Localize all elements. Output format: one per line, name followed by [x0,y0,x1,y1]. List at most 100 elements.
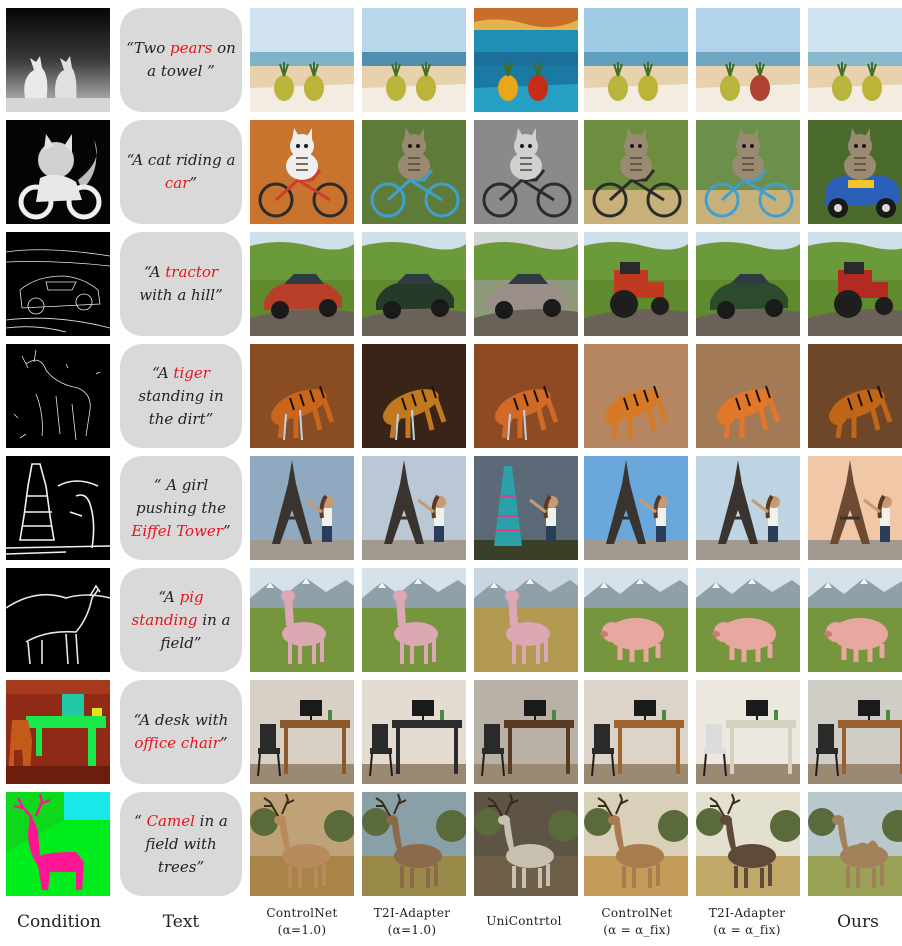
prompt-row-5: “ A girl pushing the Eiffel Tower” [120,456,242,560]
controlnet-fix-result-row-7 [584,680,688,784]
caption-t2i-adapter: T2I-Adapter (α=1.0) [360,905,464,939]
controlnet-fix-result-row-5 [584,456,688,560]
prompt-row-6: “A pig standing in a field” [120,568,242,672]
prompt-row-8: “ Camel in a field with trees” [120,792,242,896]
controlnet-result-row-6 [250,568,354,672]
caption-t2i-fix-name: T2I-Adapter [708,906,786,920]
t2i-adapter-result-row-2 [362,120,466,224]
caption-controlnet-name: ControlNet [266,906,338,920]
controlnet-fix-result-row-1 [584,8,688,112]
controlnet-fix-result-row-4 [584,344,688,448]
unicontrol-result-row-3 [474,232,578,336]
prompt-row-1: “Two pears on a towel ” [120,8,242,112]
prompt-text: “Two pears on a towel ” [126,37,236,83]
t2i-adapter-result-row-5 [362,456,466,560]
controlnet-result-row-2 [250,120,354,224]
t2i-adapter-result-row-6 [362,568,466,672]
caption-ours: Ours [837,912,879,932]
controlnet-fix-result-row-8 [584,792,688,896]
unicontrol-result-row-1 [474,8,578,112]
controlnet-result-row-7 [250,680,354,784]
controlnet-fix-result-row-2 [584,120,688,224]
ours-result-row-5 [808,456,902,560]
prompt-text: “ A girl pushing the Eiffel Tower” [126,474,236,543]
prompt-text-end: ” [219,734,228,752]
prompt-highlight: Camel [146,811,195,830]
ours-result-row-6 [808,568,902,672]
t2i-adapter-result-row-1 [362,8,466,112]
prompt-text-end: with a hill” [139,286,223,304]
ours-result-row-4 [808,344,902,448]
prompt-text-start: “ A girl pushing the [135,475,226,517]
caption-unicontrol: UniContrtol [486,914,562,928]
t2i-adapter-result-row-8 [362,792,466,896]
controlnet-result-row-8 [250,792,354,896]
prompt-text: “A desk with office chair” [126,709,236,755]
caption-t2i-adapter-fix: T2I-Adapter (α = α_fix) [692,905,802,939]
ours-result-row-7 [808,680,902,784]
unicontrol-result-row-7 [474,680,578,784]
ours-result-row-8 [808,792,902,896]
prompt-row-7: “A desk with office chair” [120,680,242,784]
prompt-row-2: “A cat riding a car” [120,120,242,224]
t2i-adapter-fix-result-row-7 [696,680,800,784]
prompt-highlight: tiger [173,363,210,382]
prompt-text-start: “A cat riding a [126,151,236,169]
t2i-adapter-fix-result-row-5 [696,456,800,560]
controlnet-fix-result-row-3 [584,232,688,336]
caption-controlnet-fix: ControlNet (α = α_fix) [582,905,692,939]
condition-image-row-2 [6,120,110,224]
condition-image-row-5 [6,456,110,560]
t2i-adapter-fix-result-row-2 [696,120,800,224]
prompt-text: “A cat riding a car” [126,149,236,195]
prompt-text-start: “A [143,263,166,281]
prompt-text-start: “A [152,363,174,382]
comparison-grid: “Two pears on a towel ” “A cat riding a c… [0,0,902,946]
caption-controlnet: ControlNet (α=1.0) [250,905,354,939]
t2i-adapter-result-row-4 [362,344,466,448]
controlnet-result-row-3 [250,232,354,336]
unicontrol-result-row-6 [474,568,578,672]
condition-image-row-3 [6,232,110,336]
prompt-highlight: car [164,174,190,192]
t2i-adapter-fix-result-row-6 [696,568,800,672]
controlnet-fix-result-row-6 [584,568,688,672]
t2i-adapter-result-row-3 [362,232,466,336]
prompt-text: “A tractor with a hill” [126,261,236,307]
unicontrol-result-row-2 [474,120,578,224]
controlnet-result-row-1 [250,8,354,112]
ours-result-row-1 [808,8,902,112]
caption-controlnet-fix-alpha: (α = α_fix) [603,923,671,937]
t2i-adapter-fix-result-row-8 [696,792,800,896]
prompt-text-start: “Two [126,39,170,57]
prompt-highlight: pears [170,39,213,57]
condition-image-row-7 [6,680,110,784]
prompt-highlight: Eiffel Tower [131,521,223,540]
prompt-highlight: office chair [134,734,220,752]
caption-text: Text [162,912,200,932]
caption-t2i-alpha: (α=1.0) [387,923,437,937]
t2i-adapter-fix-result-row-3 [696,232,800,336]
prompt-text: “A pig standing in a field” [126,586,236,655]
prompt-row-3: “A tractor with a hill” [120,232,242,336]
ours-result-row-2 [808,120,902,224]
caption-controlnet-fix-name: ControlNet [601,906,673,920]
prompt-text-end: ” [189,174,198,192]
caption-condition: Condition [17,912,101,932]
unicontrol-result-row-5 [474,456,578,560]
controlnet-result-row-4 [250,344,354,448]
t2i-adapter-result-row-7 [362,680,466,784]
prompt-text-end: ” [222,521,231,540]
t2i-adapter-fix-result-row-1 [696,8,800,112]
prompt-text-start: “A desk with [133,711,229,729]
caption-controlnet-alpha: (α=1.0) [277,923,327,937]
condition-image-row-6 [6,568,110,672]
prompt-text-start: “A [158,587,180,606]
unicontrol-result-row-8 [474,792,578,896]
ours-result-row-3 [808,232,902,336]
controlnet-result-row-5 [250,456,354,560]
caption-t2i-name: T2I-Adapter [373,906,451,920]
prompt-row-4: “A tiger standing in the dirt” [120,344,242,448]
prompt-highlight: tractor [165,263,219,281]
unicontrol-result-row-4 [474,344,578,448]
